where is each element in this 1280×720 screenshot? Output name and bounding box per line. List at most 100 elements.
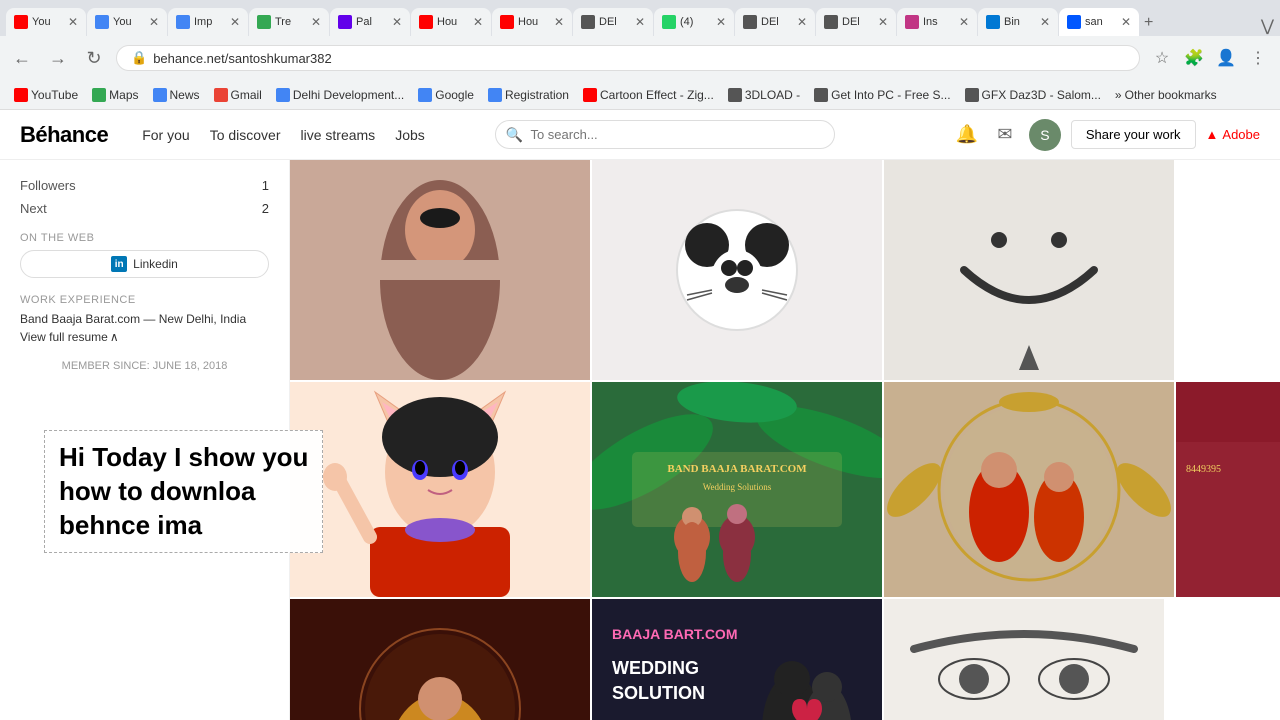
bookmark-cartoon[interactable]: Cartoon Effect - Zig... xyxy=(577,86,720,104)
search-input[interactable] xyxy=(495,120,835,149)
bookmark-maps-label: Maps xyxy=(109,88,138,102)
profile-button[interactable]: 👤 xyxy=(1212,44,1240,72)
address-bar[interactable]: 🔒 behance.net/santoshkumar382 xyxy=(116,45,1140,71)
bookmark-maps[interactable]: Maps xyxy=(86,86,144,104)
tab-5[interactable]: Pal ✕ xyxy=(330,8,410,36)
bookmark-gfx[interactable]: GFX Daz3D - Salom... xyxy=(959,86,1107,104)
bookmark-getinto[interactable]: Get Into PC - Free S... xyxy=(808,86,956,104)
bookmark-other[interactable]: » Other bookmarks xyxy=(1109,86,1223,104)
tab-7[interactable]: Hou ✕ xyxy=(492,8,572,36)
tab-favicon-8 xyxy=(581,15,595,29)
view-resume-button[interactable]: View full resume ∧ xyxy=(20,330,269,344)
back-button[interactable]: ← xyxy=(8,44,36,72)
tab-1[interactable]: You ✕ xyxy=(6,8,86,36)
tab-close-2[interactable]: ✕ xyxy=(149,15,159,29)
maps-favicon xyxy=(92,88,106,102)
tab-title-13: Bin xyxy=(1004,16,1036,28)
reload-button[interactable]: ↻ xyxy=(80,44,108,72)
gallery-item-anime[interactable]: Hi Today I show you how to downloa behnc… xyxy=(290,382,590,597)
tab-close-12[interactable]: ✕ xyxy=(959,15,969,29)
tab-10[interactable]: DEl ✕ xyxy=(735,8,815,36)
tab-close-6[interactable]: ✕ xyxy=(473,15,483,29)
tab-9[interactable]: (4) ✕ xyxy=(654,8,734,36)
nav-bar: ← → ↻ 🔒 behance.net/santoshkumar382 ☆ 🧩 … xyxy=(0,36,1280,80)
svg-text:Wedding Solutions: Wedding Solutions xyxy=(703,482,772,492)
tab-close-7[interactable]: ✕ xyxy=(554,15,564,29)
tab-11[interactable]: DEl ✕ xyxy=(816,8,896,36)
tab-close-10[interactable]: ✕ xyxy=(797,15,807,29)
tab-close-9[interactable]: ✕ xyxy=(716,15,726,29)
tab-8[interactable]: DEl ✕ xyxy=(573,8,653,36)
main-content: Followers 1 Next 2 ON THE WEB in Linkedi… xyxy=(0,160,1280,720)
tab-close-3[interactable]: ✕ xyxy=(230,15,240,29)
tab-close-1[interactable]: ✕ xyxy=(68,15,78,29)
nav-for-you[interactable]: For you xyxy=(142,127,189,143)
tab-14-active[interactable]: san ✕ xyxy=(1059,8,1139,36)
tab-4[interactable]: Tre ✕ xyxy=(249,8,329,36)
gallery-item-wedding2[interactable] xyxy=(884,382,1174,597)
tab-close-5[interactable]: ✕ xyxy=(392,15,402,29)
tab-title-11: DEl xyxy=(842,16,874,28)
followers-label: Followers xyxy=(20,178,76,193)
bookmark-3dload[interactable]: 3DLOAD - xyxy=(722,86,806,104)
extensions-button[interactable]: 🧩 xyxy=(1180,44,1208,72)
tab-close-4[interactable]: ✕ xyxy=(311,15,321,29)
wedding1-svg: BAND BAAJA BARAT.COM Wedding Solutions xyxy=(592,382,882,597)
menu-button[interactable]: ⋮ xyxy=(1244,44,1272,72)
bookmark-delhi[interactable]: Delhi Development... xyxy=(270,86,410,104)
bookmark-delhi-label: Delhi Development... xyxy=(293,88,404,102)
notifications-button[interactable]: 🔔 xyxy=(953,121,981,149)
tab-close-8[interactable]: ✕ xyxy=(635,15,645,29)
tab-2[interactable]: You ✕ xyxy=(87,8,167,36)
tab-12[interactable]: Ins ✕ xyxy=(897,8,977,36)
gallery-item-band-baaja[interactable]: BAND BA WED 8449395 xyxy=(1176,382,1280,597)
delhi-favicon xyxy=(276,88,290,102)
bookmark-news[interactable]: News xyxy=(147,86,206,104)
mail-button[interactable]: ✉ xyxy=(991,121,1019,149)
nav-to-discover[interactable]: To discover xyxy=(210,127,281,143)
tab-13[interactable]: Bin ✕ xyxy=(978,8,1058,36)
followers-row: Followers 1 xyxy=(20,174,269,197)
tab-close-14[interactable]: ✕ xyxy=(1121,15,1131,29)
behance-logo[interactable]: Béhance xyxy=(20,122,108,148)
tab-close-11[interactable]: ✕ xyxy=(878,15,888,29)
bookmark-youtube[interactable]: YouTube xyxy=(8,86,84,104)
tab-title-4: Tre xyxy=(275,16,307,28)
tab-close-13[interactable]: ✕ xyxy=(1040,15,1050,29)
tab-6[interactable]: Hou ✕ xyxy=(411,8,491,36)
gallery-item-panda[interactable] xyxy=(592,160,882,380)
view-resume-text: View full resume xyxy=(20,330,108,344)
bookmark-registration[interactable]: Registration xyxy=(482,86,575,104)
gallery-item-portrait[interactable] xyxy=(290,160,590,380)
bookmark-gfx-label: GFX Daz3D - Salom... xyxy=(982,88,1101,102)
nav-jobs[interactable]: Jobs xyxy=(395,127,425,143)
next-row: Next 2 xyxy=(20,197,269,220)
gallery-item-smile[interactable] xyxy=(884,160,1174,380)
share-work-button[interactable]: Share your work xyxy=(1071,120,1196,149)
bookmark-gmail[interactable]: Gmail xyxy=(208,86,268,104)
bookmarks-bar: YouTube Maps News Gmail Delhi Developmen… xyxy=(0,80,1280,110)
nav-actions: ☆ 🧩 👤 ⋮ xyxy=(1148,44,1272,72)
url-display[interactable]: behance.net/santoshkumar382 xyxy=(153,51,332,66)
avatar-button[interactable]: S xyxy=(1029,119,1061,151)
gallery-item-wedding1[interactable]: BAND BAAJA BARAT.COM Wedding Solutions xyxy=(592,382,882,597)
bookmark-star-button[interactable]: ☆ xyxy=(1148,44,1176,72)
nav-live-streams[interactable]: live streams xyxy=(301,127,376,143)
new-tab-button[interactable]: + xyxy=(1140,10,1157,36)
tab-list-button[interactable]: ⋁ xyxy=(1261,16,1274,36)
youtube-favicon xyxy=(14,88,28,102)
gallery-item-bridal[interactable]: Bridal Lehengas ✦ BOOK NOW! bandbaajabar… xyxy=(290,599,590,720)
svg-text:8449395: 8449395 xyxy=(1186,464,1221,475)
svg-text:BAND BAAJA BARAT.COM: BAND BAAJA BARAT.COM xyxy=(667,463,807,475)
work-exp-detail: Band Baaja Barat.com — New Delhi, India xyxy=(20,312,269,326)
tab-favicon-3 xyxy=(176,15,190,29)
gallery-item-eyebrows[interactable] xyxy=(884,599,1164,720)
tab-3[interactable]: Imp ✕ xyxy=(168,8,248,36)
forward-button[interactable]: → xyxy=(44,44,72,72)
bookmark-google[interactable]: Google xyxy=(412,86,480,104)
lock-icon: 🔒 xyxy=(131,50,147,66)
gallery-item-baaja-dark[interactable]: BAAJA BART.COM WEDDING SOLUTION xyxy=(592,599,882,720)
gallery-rows: Hi Today I show you how to downloa behnc… xyxy=(290,160,1280,720)
tab-title-7: Hou xyxy=(518,16,550,28)
linkedin-button[interactable]: in Linkedin xyxy=(20,250,269,278)
